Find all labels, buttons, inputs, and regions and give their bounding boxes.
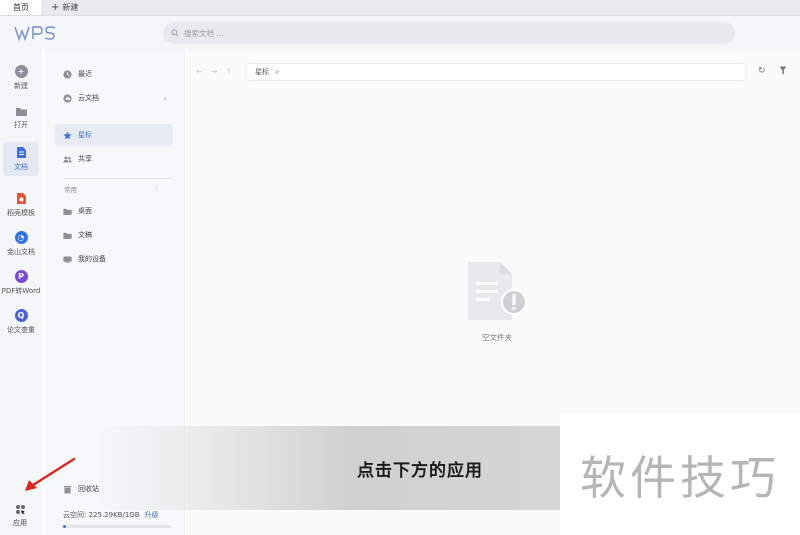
- cloud-storage-info: 云空间: 225.29KB/1GB 升级: [63, 510, 159, 520]
- annotation-arrow-icon: [25, 457, 76, 491]
- nav-item-my-device[interactable]: 我的设备: [55, 248, 173, 270]
- nav-item-label: 桌面: [78, 207, 92, 215]
- apps-grid-icon: [15, 505, 25, 515]
- refresh-icon[interactable]: ↻: [758, 66, 766, 76]
- up-arrow-icon[interactable]: ↑: [225, 67, 232, 76]
- nav-section-label: 常用: [64, 186, 77, 194]
- history-nav: ← → ↑: [196, 67, 232, 76]
- tab-bar: 首页 + 新建: [0, 0, 800, 16]
- nav-item-desktop[interactable]: 桌面: [55, 200, 173, 222]
- rail-item-label: 新建: [14, 82, 28, 90]
- empty-folder-icon: [468, 262, 527, 320]
- folder-icon: [15, 108, 27, 116]
- cloud-doc-icon: ◔: [14, 231, 28, 244]
- nav-item-label: 文稿: [78, 231, 92, 239]
- chevron-right-icon[interactable]: ›: [164, 94, 167, 103]
- more-icon[interactable]: ⋮: [154, 184, 161, 194]
- search-icon: [171, 29, 179, 37]
- nav-item-label: 云文档: [78, 94, 99, 102]
- cloud-icon: [63, 93, 72, 103]
- nav-item-label: 星标: [78, 131, 92, 139]
- back-arrow-icon[interactable]: ←: [196, 67, 203, 76]
- star-icon: [63, 130, 72, 139]
- rail-item-paper-check[interactable]: Q 论文查重: [0, 309, 42, 335]
- rail-item-label: 金山文档: [7, 248, 35, 256]
- wps-logo-icon: [14, 26, 56, 41]
- watermark: 软件技巧: [560, 414, 800, 535]
- rail-item-documents[interactable]: 文档: [3, 142, 39, 176]
- rail-item-label: PDF转Word: [1, 287, 41, 295]
- breadcrumb-starred[interactable]: 星标: [255, 67, 269, 77]
- docs-folder-icon: [63, 232, 72, 239]
- upgrade-link[interactable]: 升级: [145, 511, 159, 519]
- apps-label: 应用: [13, 519, 27, 527]
- storage-text: 云空间: 225.29KB/1GB: [63, 511, 140, 519]
- filter-icon[interactable]: [779, 66, 787, 75]
- tab-home[interactable]: 首页: [0, 0, 43, 15]
- desktop-folder-icon: [63, 208, 72, 215]
- people-icon: [63, 156, 72, 162]
- plus-circle-icon: +: [14, 65, 28, 78]
- plus-icon: +: [51, 1, 60, 13]
- nav-section-common: 常用 ⋮: [64, 184, 172, 194]
- rail-item-label: 论文查重: [7, 326, 35, 334]
- storage-progress-bar: [63, 525, 171, 528]
- nav-divider: [63, 178, 171, 179]
- header: 搜索文档 ...: [0, 16, 800, 50]
- nav-item-shared[interactable]: 共享: [55, 148, 173, 170]
- tab-home-label: 首页: [13, 3, 29, 12]
- rail-item-pdf-to-word[interactable]: P PDF转Word: [0, 270, 42, 296]
- watermark-text: 软件技巧: [580, 450, 780, 505]
- nav-item-starred[interactable]: 星标: [55, 124, 173, 146]
- breadcrumb-separator: >: [274, 68, 280, 76]
- search-placeholder: 搜索文档 ...: [184, 28, 224, 38]
- nav-item-label: 最近: [78, 70, 92, 78]
- path-bar[interactable]: 星标 >: [246, 63, 746, 81]
- instruction-banner: 点击下方的应用: [95, 426, 565, 510]
- rail-item-docer[interactable]: 稻壳模板: [0, 192, 42, 218]
- storage-progress-fill: [63, 525, 67, 528]
- nav-item-documents[interactable]: 文稿: [55, 224, 173, 246]
- rail-item-label: 打开: [14, 121, 28, 129]
- empty-state: 空文件夹: [466, 260, 528, 343]
- rail-item-label: 文档: [14, 163, 28, 171]
- empty-folder-label: 空文件夹: [482, 333, 512, 342]
- rail-item-open[interactable]: 打开: [0, 106, 42, 130]
- device-icon: [63, 256, 72, 263]
- document-icon: [16, 147, 26, 158]
- nav-item-cloud-docs[interactable]: 云文档 ›: [55, 87, 173, 109]
- nav-item-label: 共享: [78, 155, 92, 163]
- apps-button[interactable]: 应用: [8, 504, 32, 528]
- nav-item-label: 我的设备: [78, 255, 106, 263]
- forward-arrow-icon[interactable]: →: [211, 67, 218, 76]
- rail-item-new[interactable]: + 新建: [0, 65, 42, 91]
- docer-icon: [17, 193, 26, 204]
- paper-check-icon: Q: [14, 309, 28, 322]
- tab-new-label: 新建: [62, 3, 79, 12]
- rail-item-kdocs[interactable]: ◔ 金山文档: [0, 231, 42, 257]
- rail-item-label: 稻壳模板: [7, 209, 35, 217]
- clock-icon: [63, 69, 72, 79]
- instruction-text: 点击下方的应用: [357, 461, 483, 481]
- nav-item-recent[interactable]: 最近: [55, 63, 173, 85]
- search-input[interactable]: 搜索文档 ...: [163, 22, 735, 44]
- pdf-icon: P: [14, 270, 28, 283]
- tab-new[interactable]: + 新建: [43, 0, 90, 15]
